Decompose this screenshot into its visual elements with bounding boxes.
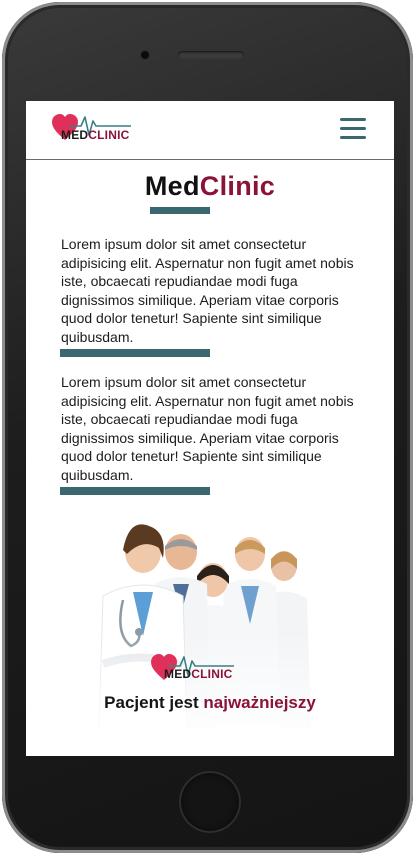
title-clinic: Clinic: [199, 171, 276, 201]
screen: MEDCLINIC MedClinic Lorem ipsum dolor si…: [26, 101, 394, 756]
slogan-highlight: najważniejszy: [203, 693, 316, 712]
slogan: Pacjent jest najważniejszy: [26, 692, 394, 714]
logo-text: MEDCLINIC: [61, 128, 129, 142]
paragraph-1: Lorem ipsum dolor sit amet consectetur a…: [61, 236, 354, 345]
title-med: Med: [144, 171, 200, 201]
navbar: MEDCLINIC: [26, 101, 394, 160]
hero-logo-clinic: CLINIC: [191, 667, 233, 681]
paragraph-divider-1: [60, 349, 210, 357]
logo-clinic: CLINIC: [88, 128, 130, 142]
hero-logo: MEDCLINIC: [150, 651, 240, 687]
earpiece-speaker: [178, 51, 244, 59]
slogan-prefix: Pacjent jest: [104, 693, 204, 712]
site-logo[interactable]: MEDCLINIC: [51, 111, 141, 147]
front-camera: [141, 51, 149, 59]
hamburger-menu-icon[interactable]: [340, 118, 366, 140]
page-title: MedClinic: [26, 171, 394, 201]
hero-logo-text: MEDCLINIC: [164, 667, 232, 681]
paragraph-divider-2: [60, 487, 210, 495]
paragraph-2: Lorem ipsum dolor sit amet consectetur a…: [61, 374, 354, 483]
home-button[interactable]: [179, 771, 241, 833]
logo-med: MED: [61, 128, 89, 142]
hero-logo-med: MED: [164, 667, 192, 681]
title-underline: [150, 207, 210, 214]
